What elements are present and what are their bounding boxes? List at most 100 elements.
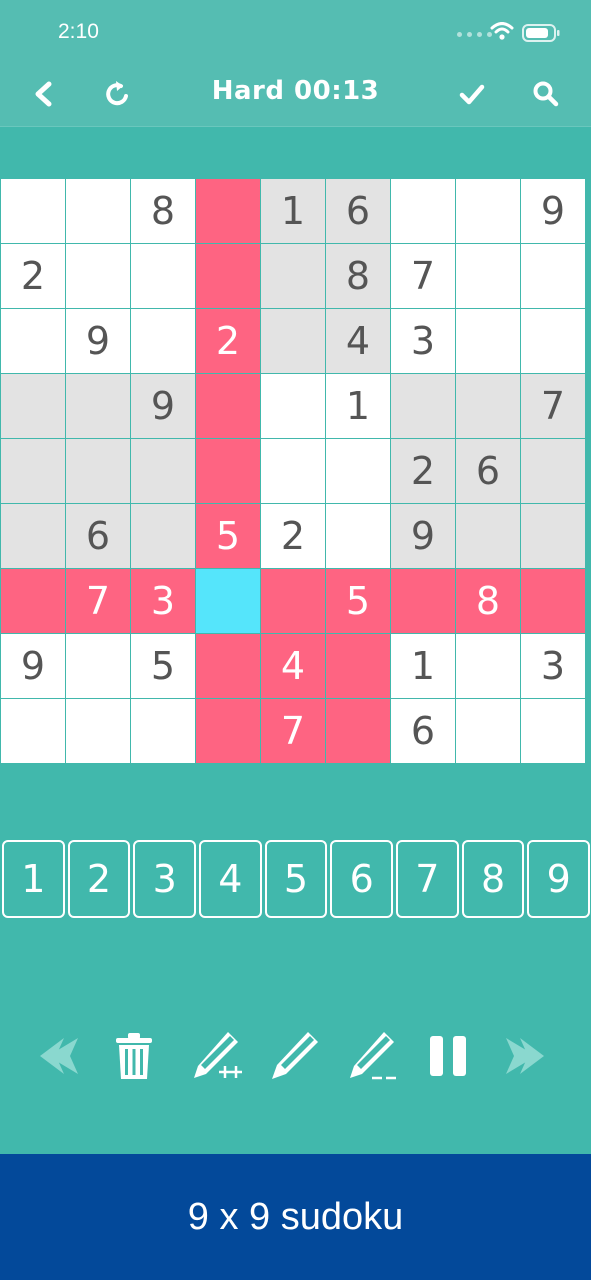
sudoku-cell[interactable]: [66, 179, 130, 243]
sudoku-cell[interactable]: [66, 374, 130, 438]
sudoku-cell[interactable]: 3: [131, 569, 195, 633]
sudoku-cell[interactable]: [1, 569, 65, 633]
sudoku-cell[interactable]: 7: [66, 569, 130, 633]
sudoku-cell[interactable]: 2: [196, 309, 260, 373]
sudoku-cell[interactable]: [391, 374, 455, 438]
ad-banner[interactable]: 9 x 9 sudoku: [0, 1154, 591, 1280]
sudoku-cell[interactable]: [326, 439, 390, 503]
sudoku-cell[interactable]: 2: [261, 504, 325, 568]
sudoku-cell[interactable]: 8: [326, 244, 390, 308]
sudoku-cell[interactable]: 4: [326, 309, 390, 373]
sudoku-cell[interactable]: [326, 504, 390, 568]
sudoku-cell[interactable]: [196, 179, 260, 243]
sudoku-cell[interactable]: 5: [326, 569, 390, 633]
sudoku-cell[interactable]: [261, 309, 325, 373]
sudoku-cell[interactable]: [131, 699, 195, 763]
sudoku-cell[interactable]: [521, 699, 585, 763]
sudoku-cell[interactable]: [456, 634, 520, 698]
number-button-2[interactable]: 2: [67, 840, 131, 918]
sudoku-cell[interactable]: [456, 374, 520, 438]
sudoku-cell[interactable]: [521, 439, 585, 503]
number-button-8[interactable]: 8: [461, 840, 525, 918]
sudoku-cell[interactable]: [1, 374, 65, 438]
sudoku-cell[interactable]: [326, 634, 390, 698]
notes-add-button[interactable]: [186, 1026, 246, 1086]
sudoku-cell[interactable]: [66, 244, 130, 308]
sudoku-cell[interactable]: [131, 244, 195, 308]
sudoku-cell[interactable]: [391, 569, 455, 633]
check-button[interactable]: [450, 72, 494, 116]
sudoku-cell[interactable]: 6: [391, 699, 455, 763]
sudoku-cell[interactable]: [391, 179, 455, 243]
number-button-5[interactable]: 5: [264, 840, 328, 918]
sudoku-cell[interactable]: [1, 439, 65, 503]
sudoku-cell[interactable]: 9: [66, 309, 130, 373]
sudoku-cell[interactable]: [1, 504, 65, 568]
sudoku-cell[interactable]: 6: [456, 439, 520, 503]
sudoku-cell[interactable]: [1, 309, 65, 373]
sudoku-cell[interactable]: 9: [131, 374, 195, 438]
sudoku-cell[interactable]: 9: [521, 179, 585, 243]
pause-button[interactable]: [418, 1026, 478, 1086]
sudoku-cell[interactable]: 7: [391, 244, 455, 308]
sudoku-cell[interactable]: [196, 374, 260, 438]
sudoku-cell[interactable]: [131, 309, 195, 373]
sudoku-cell[interactable]: [261, 439, 325, 503]
number-button-6[interactable]: 6: [330, 840, 394, 918]
sudoku-cell[interactable]: 1: [391, 634, 455, 698]
number-button-1[interactable]: 1: [2, 840, 65, 918]
sudoku-cell[interactable]: [66, 699, 130, 763]
sudoku-cell[interactable]: [456, 309, 520, 373]
redo-button[interactable]: [496, 1026, 556, 1086]
number-button-3[interactable]: 3: [133, 840, 197, 918]
sudoku-cell[interactable]: 1: [326, 374, 390, 438]
sudoku-cell[interactable]: [196, 244, 260, 308]
sudoku-cell[interactable]: [66, 634, 130, 698]
pencil-button[interactable]: [264, 1026, 324, 1086]
sudoku-cell[interactable]: 5: [196, 504, 260, 568]
notes-remove-button[interactable]: [342, 1026, 402, 1086]
sudoku-cell[interactable]: [1, 699, 65, 763]
sudoku-cell[interactable]: [131, 504, 195, 568]
sudoku-cell[interactable]: [196, 634, 260, 698]
sudoku-cell[interactable]: [196, 699, 260, 763]
sudoku-cell[interactable]: [66, 439, 130, 503]
sudoku-cell[interactable]: 3: [521, 634, 585, 698]
sudoku-cell[interactable]: 5: [131, 634, 195, 698]
sudoku-cell[interactable]: 2: [1, 244, 65, 308]
sudoku-cell[interactable]: [196, 439, 260, 503]
sudoku-cell[interactable]: 4: [261, 634, 325, 698]
sudoku-cell[interactable]: [261, 569, 325, 633]
number-button-7[interactable]: 7: [396, 840, 459, 918]
sudoku-cell[interactable]: [521, 309, 585, 373]
sudoku-cell[interactable]: [521, 569, 585, 633]
sudoku-cell[interactable]: 8: [456, 569, 520, 633]
hint-search-button[interactable]: [524, 72, 568, 116]
sudoku-cell[interactable]: 9: [1, 634, 65, 698]
sudoku-cell[interactable]: 2: [391, 439, 455, 503]
sudoku-cell[interactable]: 3: [391, 309, 455, 373]
sudoku-cell[interactable]: [456, 504, 520, 568]
sudoku-cell[interactable]: [261, 374, 325, 438]
sudoku-cell[interactable]: [326, 699, 390, 763]
sudoku-cell[interactable]: [456, 244, 520, 308]
sudoku-cell[interactable]: 9: [391, 504, 455, 568]
sudoku-cell[interactable]: [456, 179, 520, 243]
sudoku-cell[interactable]: 7: [521, 374, 585, 438]
sudoku-cell[interactable]: 8: [131, 179, 195, 243]
number-button-4[interactable]: 4: [199, 840, 262, 918]
undo-button[interactable]: [28, 1026, 88, 1086]
sudoku-cell[interactable]: [261, 244, 325, 308]
sudoku-cell[interactable]: [521, 504, 585, 568]
delete-button[interactable]: [104, 1026, 164, 1086]
sudoku-cell[interactable]: 1: [261, 179, 325, 243]
sudoku-cell[interactable]: [456, 699, 520, 763]
sudoku-cell[interactable]: [1, 179, 65, 243]
sudoku-cell[interactable]: [521, 244, 585, 308]
sudoku-cell[interactable]: 7: [261, 699, 325, 763]
number-button-9[interactable]: 9: [527, 840, 591, 918]
sudoku-cell[interactable]: 6: [66, 504, 130, 568]
sudoku-cell[interactable]: [196, 569, 260, 633]
sudoku-cell[interactable]: [131, 439, 195, 503]
sudoku-cell[interactable]: 6: [326, 179, 390, 243]
